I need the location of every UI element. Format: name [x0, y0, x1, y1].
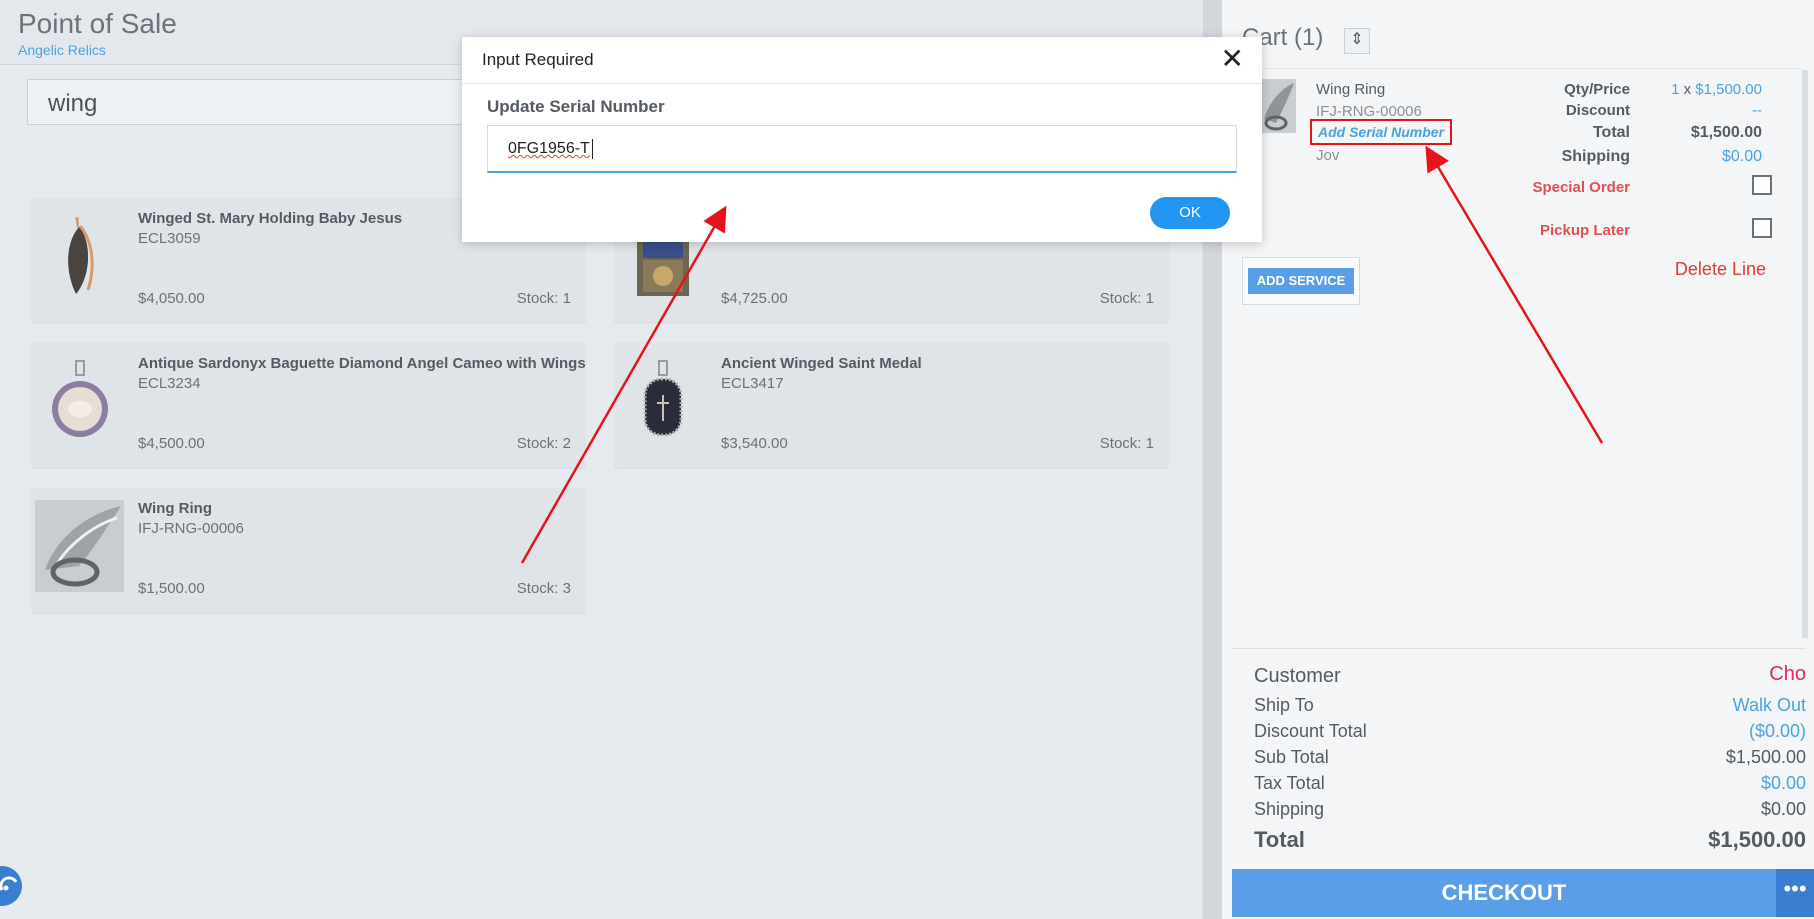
- grand-total-label: Total: [1254, 827, 1305, 852]
- product-price: $3,540.00: [721, 435, 788, 452]
- product-stock: Stock: 1: [1099, 435, 1154, 452]
- line-total-value: $1,500.00: [1690, 124, 1762, 141]
- product-stock: Stock: 1: [1099, 290, 1154, 307]
- unit-price-value[interactable]: $1,500.00: [1695, 81, 1762, 98]
- product-price: $4,725.00: [721, 290, 788, 307]
- tax-total-label: Tax Total: [1254, 773, 1325, 793]
- cart-item-name: Wing Ring: [1316, 81, 1386, 98]
- product-card[interactable]: Ancient Winged Saint Medal ECL3417 $3,54…: [615, 343, 1168, 467]
- customer-label: Customer: [1254, 665, 1341, 687]
- serial-number-value[interactable]: 0FG1956-T: [508, 140, 590, 158]
- summary-shipping-label: Shipping: [1254, 799, 1325, 819]
- product-stock: Stock: 2: [516, 435, 571, 452]
- summary-shipping-value: $0.00: [1760, 799, 1806, 819]
- product-name: Ancient Winged Saint Medal: [721, 355, 922, 372]
- product-name: Winged St. Mary Holding Baby Jesus: [138, 210, 403, 227]
- qty-price-value[interactable]: 1 x $1,500.00: [1671, 81, 1762, 98]
- dialog-title: Input Required: [482, 50, 594, 69]
- dialog-header: Input Required ✕: [462, 37, 1262, 84]
- line-shipping-label: Shipping: [1561, 148, 1630, 165]
- ship-to-value[interactable]: Walk Out: [1733, 695, 1806, 716]
- product-name: Antique Sardonyx Baguette Diamond Angel …: [138, 355, 586, 372]
- serial-number-label: Update Serial Number: [487, 97, 665, 116]
- serial-number-input[interactable]: 0FG1956-T: [487, 125, 1237, 173]
- add-service-button[interactable]: ADD SERVICE: [1248, 268, 1354, 294]
- product-name: Wing Ring: [138, 500, 213, 517]
- checkout-button[interactable]: CHECKOUT: [1232, 869, 1776, 917]
- delete-line-button[interactable]: Delete Line: [1675, 259, 1766, 280]
- line-shipping-value[interactable]: $0.00: [1722, 148, 1762, 166]
- product-price: $4,500.00: [138, 435, 205, 452]
- close-icon[interactable]: ✕: [1221, 45, 1244, 73]
- product-stock: Stock: 1: [516, 290, 571, 307]
- sub-total-value: $1,500.00: [1725, 747, 1806, 767]
- cart-summary: Customer Cho Ship To Walk Out Discount T…: [1232, 648, 1806, 869]
- product-sku: IFJ-RNG-00006: [138, 520, 244, 537]
- pickup-later-label: Pickup Later: [1539, 222, 1630, 239]
- add-serial-number-link[interactable]: Add Serial Number: [1310, 119, 1452, 145]
- collapse-toggle-icon[interactable]: ⇕: [1344, 28, 1370, 54]
- discount-total-label: Discount Total: [1254, 721, 1367, 741]
- support-icon: [0, 876, 18, 891]
- cart-item-vendor: Jov: [1316, 147, 1340, 164]
- sub-total-label: Sub Total: [1254, 747, 1329, 767]
- special-order-label: Special Order: [1532, 179, 1630, 196]
- product-sku: ECL3417: [721, 375, 784, 392]
- ok-button[interactable]: OK: [1150, 197, 1230, 229]
- product-price: $4,050.00: [138, 290, 205, 307]
- ship-to-label: Ship To: [1254, 695, 1314, 715]
- tax-total-value[interactable]: $0.00: [1761, 773, 1806, 794]
- cart-item-thumbnail: [1260, 79, 1296, 133]
- cameo-pendant-image: [36, 355, 124, 447]
- store-link[interactable]: Angelic Relics: [18, 42, 106, 58]
- page-title: Point of Sale: [18, 8, 177, 39]
- special-order-checkbox[interactable]: [1752, 175, 1772, 195]
- search-input-value[interactable]: wing: [48, 90, 97, 118]
- product-sku: ECL3059: [138, 230, 201, 247]
- text-caret: [592, 139, 593, 159]
- discount-label: Discount: [1565, 102, 1630, 119]
- discount-value[interactable]: --: [1752, 102, 1762, 119]
- product-card[interactable]: Wing Ring IFJ-RNG-00006 $1,500.00 Stock:…: [32, 488, 585, 612]
- cart-line-item: Wing Ring IFJ-RNG-00006 Add Serial Numbe…: [1232, 68, 1802, 314]
- cart-item-sku: IFJ-RNG-00006: [1316, 103, 1422, 120]
- cart-scrollbar[interactable]: [1802, 70, 1808, 638]
- qty-times: x: [1683, 81, 1692, 98]
- product-card[interactable]: Antique Sardonyx Baguette Diamond Angel …: [32, 343, 586, 467]
- more-options-icon[interactable]: •••: [1776, 869, 1814, 917]
- qty-value[interactable]: 1: [1671, 81, 1679, 98]
- qty-price-label: Qty/Price: [1564, 81, 1630, 98]
- discount-total-value[interactable]: ($0.00): [1749, 721, 1806, 742]
- winged-pendant-image: [36, 210, 124, 302]
- add-service-container: ADD SERVICE: [1242, 257, 1360, 305]
- cart-panel: Cart (1) ⇕ Wing Ring IFJ-RNG-00006 Add S…: [1222, 0, 1814, 919]
- wing-ring-image: [35, 500, 124, 592]
- product-price: $1,500.00: [138, 580, 205, 597]
- input-required-dialog: Input Required ✕ Update Serial Number 0F…: [462, 37, 1262, 242]
- saint-medal-image: [619, 355, 707, 447]
- customer-value[interactable]: Cho: [1769, 663, 1806, 686]
- pickup-later-checkbox[interactable]: [1752, 218, 1772, 238]
- product-stock: Stock: 3: [516, 580, 571, 597]
- line-total-label: Total: [1592, 124, 1630, 141]
- product-sku: ECL3234: [138, 375, 201, 392]
- grand-total-value: $1,500.00: [1708, 827, 1806, 852]
